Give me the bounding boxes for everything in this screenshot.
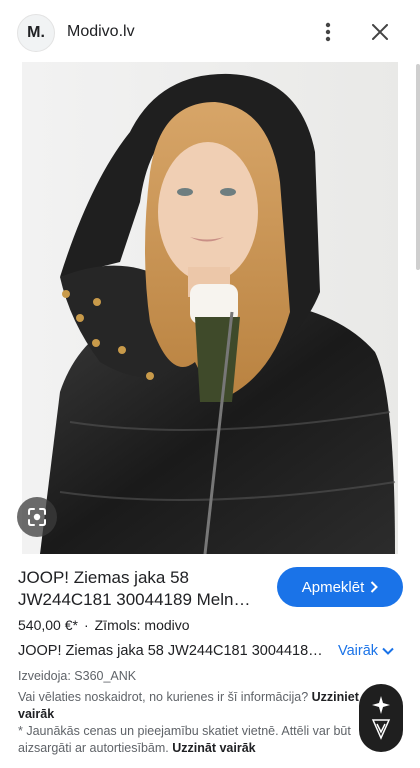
header: M. Modivo.lv — [0, 0, 420, 64]
product-title[interactable]: JOOP! Ziemas jaka 58 JW244C181 30044189 … — [18, 567, 268, 611]
assistant-icon — [371, 696, 391, 740]
made-by-text: Izveidoja: S360_ANK — [18, 669, 137, 683]
notice-text-1: Vai vēlaties noskaidrot, no kurienes ir … — [18, 690, 312, 704]
brand: Zīmols: modivo — [94, 617, 190, 633]
product-image[interactable] — [0, 62, 420, 554]
visit-button-label: Apmeklēt — [301, 578, 365, 596]
visit-button[interactable]: Apmeklēt — [277, 567, 403, 607]
product-photo — [0, 62, 420, 554]
chevron-down-icon — [382, 647, 394, 655]
site-logo: M. — [17, 14, 55, 52]
chevron-right-icon — [371, 581, 379, 593]
site-name: Modivo.lv — [67, 23, 135, 40]
close-button[interactable] — [368, 20, 392, 44]
learn-more-link-2[interactable]: Uzzināt vairāk — [172, 741, 255, 755]
price: 540,00 €* — [18, 617, 78, 633]
description-row: JOOP! Ziemas jaka 58 JW244C181 3004418… … — [18, 643, 418, 663]
site-logo-text: M. — [27, 24, 45, 41]
more-button-label: Vairāk — [338, 643, 379, 659]
scrollbar[interactable] — [416, 64, 420, 270]
source-notice: Vai vēlaties noskaidrot, no kurienes ir … — [18, 689, 362, 757]
separator-dot: · — [83, 617, 89, 633]
more-vert-icon — [325, 22, 331, 42]
product-description: JOOP! Ziemas jaka 58 JW244C181 3004418… — [18, 643, 323, 659]
lens-search-button[interactable] — [17, 497, 57, 537]
more-button[interactable]: Vairāk — [338, 643, 394, 659]
price-row: 540,00 €* · Zīmols: modivo — [18, 617, 190, 633]
more-options-button[interactable] — [316, 20, 340, 44]
assistant-button[interactable] — [359, 684, 403, 752]
close-icon — [372, 24, 388, 40]
lens-icon — [28, 508, 46, 526]
